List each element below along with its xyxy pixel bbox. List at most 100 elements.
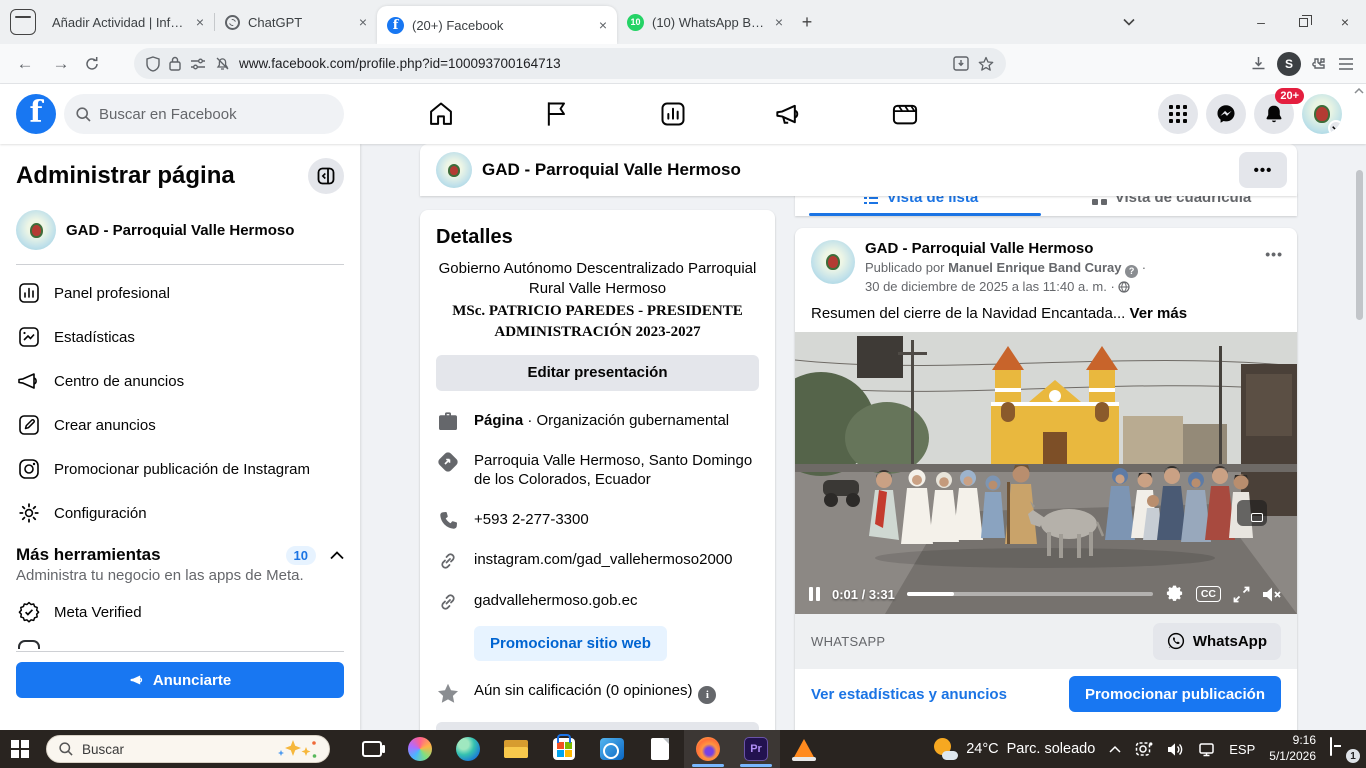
new-tab-button[interactable]: +	[793, 8, 821, 36]
nav-ads-tab[interactable]	[731, 84, 847, 144]
close-icon[interactable]: ×	[196, 15, 204, 29]
nav-home-tab[interactable]	[383, 84, 499, 144]
browser-tab-4[interactable]: 10 (10) WhatsApp Business ×	[617, 5, 793, 39]
close-icon[interactable]: ×	[359, 15, 367, 29]
collapse-sidebar-button[interactable]	[308, 158, 344, 194]
close-window-button[interactable]: ×	[1324, 0, 1366, 44]
firefox-button-active[interactable]	[684, 730, 732, 768]
advertise-button[interactable]: Anunciarte	[16, 662, 344, 698]
muted-speaker-icon[interactable]	[1262, 586, 1283, 603]
downloads-icon[interactable]	[1250, 55, 1267, 72]
taskbar-search-input[interactable]: Buscar	[46, 735, 330, 763]
browser-tab-3-active[interactable]: f (20+) Facebook ×	[377, 6, 617, 44]
start-button[interactable]	[0, 730, 40, 768]
video-progress-bar[interactable]	[907, 592, 1153, 596]
post-more-options-button[interactable]: •••	[1265, 246, 1283, 262]
fullscreen-icon[interactable]	[1233, 586, 1250, 603]
browser-menu-icon[interactable]	[1338, 57, 1354, 71]
boost-post-button[interactable]: Promocionar publicación	[1069, 676, 1281, 712]
volume-icon[interactable]	[1167, 742, 1184, 757]
browser-profile-avatar[interactable]: S	[1277, 52, 1301, 76]
notification-center-button[interactable]: 1	[1330, 738, 1356, 760]
document-icon	[651, 738, 669, 760]
website-link[interactable]: gadvallehermoso.gob.ec	[474, 591, 637, 611]
sidebar-item-crear-anuncios[interactable]: Crear anuncios	[16, 403, 344, 447]
scrollbar-up-arrow[interactable]	[1354, 88, 1364, 94]
facebook-nav	[383, 84, 963, 144]
post-author-avatar[interactable]	[811, 240, 855, 284]
closed-captions-button[interactable]: CC	[1196, 586, 1221, 602]
favorite-star-icon[interactable]	[978, 56, 994, 72]
microsoft-store-button[interactable]	[540, 730, 588, 768]
menu-grid-button[interactable]	[1158, 94, 1198, 134]
sidebar-item-configuracion[interactable]: Configuración	[16, 491, 344, 535]
language-indicator[interactable]: ESP	[1229, 742, 1255, 757]
instagram-link[interactable]: instagram.com/gad_vallehermoso2000	[474, 550, 732, 570]
nav-dashboard-tab[interactable]	[615, 84, 731, 144]
premiere-button-active[interactable]: Pr	[732, 730, 780, 768]
edit-details-button[interactable]: Editar detalles	[436, 722, 759, 730]
lock-icon[interactable]	[169, 56, 181, 71]
view-stats-link[interactable]: Ver estadísticas y anuncios	[811, 686, 1007, 703]
scrollbar-thumb[interactable]	[1356, 170, 1363, 320]
restore-button[interactable]	[1282, 0, 1324, 44]
forward-button[interactable]: →	[48, 54, 74, 74]
sidebar-item-panel-profesional[interactable]: Panel profesional	[16, 271, 344, 315]
save-collection-icon[interactable]	[953, 56, 969, 71]
post-video-player[interactable]: 0:01 / 3:31 CC	[795, 332, 1297, 614]
weather-widget[interactable]: 24°C Parc. soleado	[932, 738, 1095, 760]
website-link-row[interactable]: gadvallehermoso.gob.ec	[436, 591, 759, 612]
taskbar-clock[interactable]: 9:16 5/1/2026	[1269, 733, 1316, 764]
post-date[interactable]: 30 de diciembre de 2025 a las 11:40 a. m…	[865, 279, 1107, 294]
address-bar[interactable]: www.facebook.com/profile.php?id=10009370…	[134, 48, 1006, 79]
screen-cast-icon[interactable]	[1135, 741, 1153, 757]
see-more-link[interactable]: Ver más	[1130, 305, 1188, 322]
vlc-button[interactable]	[780, 730, 828, 768]
site-permissions-icon[interactable]	[190, 58, 206, 70]
sidebar-item-estadisticas[interactable]: Estadísticas	[16, 315, 344, 359]
picture-in-picture-button[interactable]	[1237, 500, 1267, 526]
info-icon[interactable]: i	[698, 686, 716, 704]
page-header-bar: GAD - Parroquial Valle Hermoso •••	[420, 144, 1297, 196]
copilot-button[interactable]	[396, 730, 444, 768]
notifications-blocked-icon[interactable]	[215, 56, 230, 71]
close-icon[interactable]: ×	[599, 18, 607, 32]
minimize-button[interactable]: –	[1240, 0, 1282, 44]
messenger-button[interactable]	[1206, 94, 1246, 134]
account-avatar[interactable]	[1302, 94, 1342, 134]
instagram-link-row[interactable]: instagram.com/gad_vallehermoso2000	[436, 550, 759, 571]
extensions-puzzle-icon[interactable]	[1311, 55, 1328, 72]
video-settings-gear-icon[interactable]	[1165, 585, 1184, 604]
promote-website-button[interactable]: Promocionar sitio web	[474, 626, 667, 661]
outlook-button[interactable]	[588, 730, 636, 768]
post-author-name[interactable]: GAD - Parroquial Valle Hermoso	[865, 240, 1146, 259]
nav-pages-tab[interactable]	[499, 84, 615, 144]
more-tools-header[interactable]: Más herramientas 10	[16, 545, 344, 565]
edge-button[interactable]	[444, 730, 492, 768]
edit-intro-button[interactable]: Editar presentación	[436, 355, 759, 391]
tab-workspaces-icon[interactable]	[10, 9, 36, 35]
current-page-row[interactable]: GAD - Parroquial Valle Hermoso	[16, 210, 344, 250]
browser-tab-1[interactable]: Añadir Actividad | Informes Mensua ×	[42, 5, 214, 39]
page-more-options-button[interactable]: •••	[1239, 152, 1287, 188]
file-explorer-button[interactable]	[492, 730, 540, 768]
sidebar-item-promocionar-instagram[interactable]: Promocionar publicación de Instagram	[16, 447, 344, 491]
sidebar-item-centro-anuncios[interactable]: Centro de anuncios	[16, 359, 344, 403]
notepad-button[interactable]	[636, 730, 684, 768]
nav-video-tab[interactable]	[847, 84, 963, 144]
tracking-shield-icon[interactable]	[146, 56, 160, 72]
refresh-button[interactable]	[84, 56, 110, 72]
facebook-search-input[interactable]: Buscar en Facebook	[64, 94, 344, 134]
network-icon[interactable]	[1198, 742, 1215, 757]
hidden-icons-chevron[interactable]	[1109, 745, 1121, 753]
facebook-logo[interactable]: f	[16, 94, 56, 134]
browser-tab-2[interactable]: ChatGPT ×	[215, 5, 377, 39]
close-icon[interactable]: ×	[775, 15, 783, 29]
notifications-button[interactable]: 20+	[1254, 94, 1294, 134]
back-button[interactable]: ←	[12, 54, 38, 74]
tab-list-chevron-icon[interactable]	[1108, 0, 1150, 44]
task-view-button[interactable]	[348, 730, 396, 768]
whatsapp-button[interactable]: WhatsApp	[1153, 623, 1281, 660]
pause-button[interactable]	[809, 587, 820, 601]
sidebar-item-meta-verified[interactable]: Meta Verified	[16, 590, 344, 634]
